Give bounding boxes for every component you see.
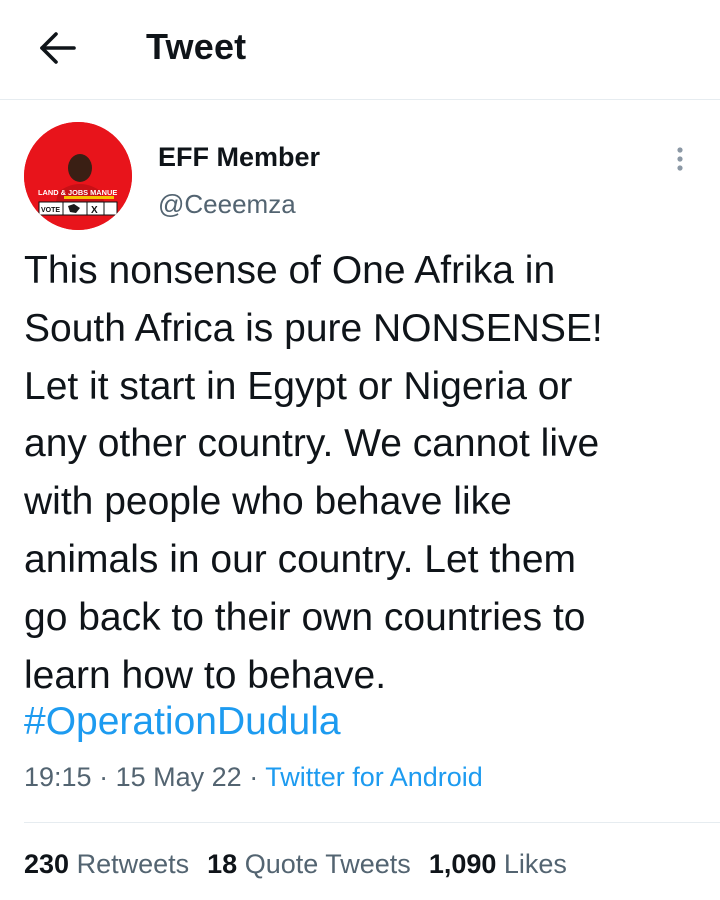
- arrow-left-icon: [34, 28, 78, 68]
- tweet-source-link[interactable]: Twitter for Android: [265, 762, 483, 792]
- meta-separator: ·: [249, 762, 259, 792]
- tweet-date[interactable]: 15 May 22: [116, 762, 242, 792]
- tweet-meta: 19:15 · 15 May 22 · Twitter for Android: [24, 762, 483, 793]
- engagement-stats: 230 Retweets 18 Quote Tweets 1,090 Likes: [24, 849, 585, 880]
- retweets-stat[interactable]: 230 Retweets: [24, 849, 189, 880]
- divider: [24, 822, 720, 823]
- retweets-count: 230: [24, 849, 70, 879]
- author-handle[interactable]: @Ceeemza: [158, 189, 296, 220]
- likes-label: Likes: [503, 849, 567, 879]
- quote-tweets-label: Quote Tweets: [244, 849, 411, 879]
- author-display-name[interactable]: EFF Member: [158, 142, 320, 173]
- likes-count: 1,090: [428, 849, 497, 879]
- more-vertical-icon: [668, 144, 692, 176]
- top-bar: Tweet: [0, 0, 720, 100]
- meta-separator: ·: [99, 762, 109, 792]
- quote-tweets-stat[interactable]: 18 Quote Tweets: [207, 849, 411, 880]
- retweets-label: Retweets: [76, 849, 190, 879]
- profile-photo: LAND & JOBS MANUE VOTE X: [24, 122, 132, 230]
- tweet-text: This nonsense of One Afrika in South Afr…: [24, 249, 603, 697]
- avatar[interactable]: LAND & JOBS MANUE VOTE X: [24, 122, 132, 230]
- more-options-button[interactable]: [668, 144, 692, 176]
- avatar-ballot-text: VOTE: [41, 207, 60, 214]
- hashtag-link[interactable]: #OperationDudula: [24, 693, 341, 751]
- quote-tweets-count: 18: [207, 849, 238, 879]
- likes-stat[interactable]: 1,090 Likes: [429, 849, 567, 880]
- back-button[interactable]: [34, 28, 78, 68]
- avatar-ballot-mark: X: [91, 205, 98, 216]
- page-title: Tweet: [146, 26, 247, 67]
- avatar-banner-text: LAND & JOBS MANUE: [38, 188, 117, 197]
- tweet-time[interactable]: 19:15: [24, 762, 92, 792]
